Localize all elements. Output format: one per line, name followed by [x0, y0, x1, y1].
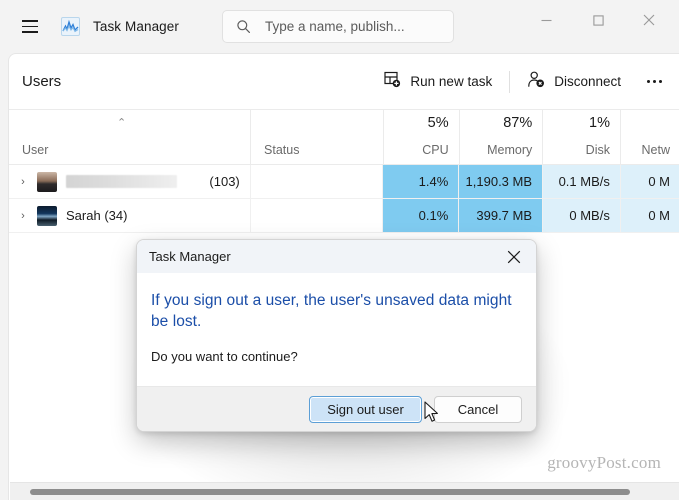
- window-titlebar: Task Manager: [0, 0, 679, 53]
- column-label-user: User: [22, 143, 49, 157]
- process-count: (103): [209, 174, 240, 189]
- cell-disk: 0.1 MB/s: [543, 165, 621, 198]
- cell-user[interactable]: › (103): [9, 165, 251, 198]
- close-icon[interactable]: [492, 240, 536, 273]
- new-task-icon: [384, 71, 401, 93]
- dialog-titlebar: Task Manager: [137, 240, 536, 273]
- scrollbar-thumb[interactable]: [30, 489, 630, 495]
- chart-icon: [61, 17, 80, 36]
- run-new-task-label: Run new task: [410, 74, 493, 89]
- column-header-network[interactable]: Netw: [621, 110, 679, 164]
- column-label-status: Status: [264, 143, 300, 157]
- task-manager-window: Task Manager Users: [0, 0, 679, 500]
- cell-memory: 399.7 MB: [459, 199, 544, 232]
- page-title: Users: [22, 73, 62, 90]
- minimize-icon[interactable]: [523, 0, 569, 40]
- ellipsis-dot: [658, 80, 662, 83]
- dialog-title: Task Manager: [149, 249, 231, 264]
- toolbar-actions: Run new task Disconnect: [375, 54, 672, 109]
- cell-network: 0 M: [620, 199, 679, 232]
- avatar: [37, 205, 57, 226]
- column-header-cpu[interactable]: 5% CPU: [384, 110, 460, 164]
- hamburger-line: [22, 25, 38, 28]
- column-label-disk: Disk: [585, 143, 610, 157]
- column-header-disk[interactable]: 1% Disk: [543, 110, 621, 164]
- toolbar: Users Run new task Disconnect: [9, 54, 679, 109]
- user-name-redacted: [66, 175, 177, 188]
- cell-status: [251, 199, 384, 232]
- cancel-button[interactable]: Cancel: [434, 396, 522, 423]
- ellipsis-icon[interactable]: [636, 66, 672, 98]
- cell-cpu: 0.1%: [383, 199, 460, 232]
- user-name-text: Sarah: [66, 208, 101, 223]
- column-percent-cpu: 5%: [427, 115, 449, 131]
- sign-out-user-button[interactable]: Sign out user: [309, 396, 422, 423]
- disconnect-label: Disconnect: [554, 74, 621, 89]
- maximize-icon[interactable]: [575, 0, 621, 40]
- disconnect-button[interactable]: Disconnect: [518, 66, 630, 98]
- cell-cpu: 1.4%: [383, 165, 460, 198]
- expand-row-icon[interactable]: ›: [9, 210, 37, 222]
- hamburger-icon[interactable]: [12, 11, 48, 43]
- column-label-cpu: CPU: [422, 143, 449, 157]
- dialog-question: Do you want to continue?: [151, 348, 298, 364]
- column-header-status[interactable]: Status: [251, 110, 384, 164]
- users-table: ⌃ User Status 5% CPU 87% Memory 1% Disk …: [9, 109, 679, 233]
- table-row[interactable]: › Sarah (34) 0.1% 399.7 MB 0 MB/s 0 M: [9, 199, 679, 233]
- dialog-heading: If you sign out a user, the user's unsav…: [151, 292, 512, 331]
- process-count: (34): [104, 208, 128, 223]
- watermark: groovyPost.com: [547, 453, 661, 472]
- confirm-dialog: Task Manager If you sign out a user, the…: [136, 239, 537, 432]
- column-percent-disk: 1%: [589, 115, 610, 131]
- dialog-footer: Sign out user Cancel: [137, 386, 536, 431]
- toolbar-divider: [509, 70, 511, 93]
- dialog-body: If you sign out a user, the user's unsav…: [137, 273, 536, 386]
- search-icon: [236, 19, 251, 34]
- column-header-memory[interactable]: 87% Memory: [460, 110, 544, 164]
- hamburger-line: [22, 31, 38, 33]
- user-disconnect-icon: [527, 71, 545, 93]
- column-header-user[interactable]: User: [9, 110, 252, 164]
- ellipsis-dot: [646, 80, 650, 83]
- expand-row-icon[interactable]: ›: [9, 176, 37, 188]
- avatar: [37, 171, 57, 192]
- hamburger-line: [22, 20, 38, 22]
- search-box[interactable]: [222, 10, 454, 43]
- window-title: Task Manager: [93, 19, 179, 34]
- cell-disk: 0 MB/s: [543, 199, 621, 232]
- user-name: Sarah (34): [66, 208, 127, 223]
- column-percent-memory: 87%: [503, 115, 533, 131]
- ellipsis-dot: [652, 80, 656, 83]
- search-input[interactable]: [263, 18, 437, 35]
- column-label-network: Netw: [641, 143, 671, 157]
- run-new-task-button[interactable]: Run new task: [375, 66, 501, 98]
- column-label-memory: Memory: [487, 143, 533, 157]
- horizontal-scrollbar[interactable]: [10, 482, 679, 500]
- cell-user[interactable]: › Sarah (34): [9, 199, 251, 232]
- table-header-row: ⌃ User Status 5% CPU 87% Memory 1% Disk …: [9, 109, 679, 165]
- table-row[interactable]: › (103) 1.4% 1,190.3 MB 0.1 MB/s 0 M: [9, 165, 679, 199]
- cell-memory: 1,190.3 MB: [459, 165, 544, 198]
- cell-network: 0 M: [620, 165, 679, 198]
- cell-status: [251, 165, 384, 198]
- close-icon[interactable]: [626, 0, 672, 40]
